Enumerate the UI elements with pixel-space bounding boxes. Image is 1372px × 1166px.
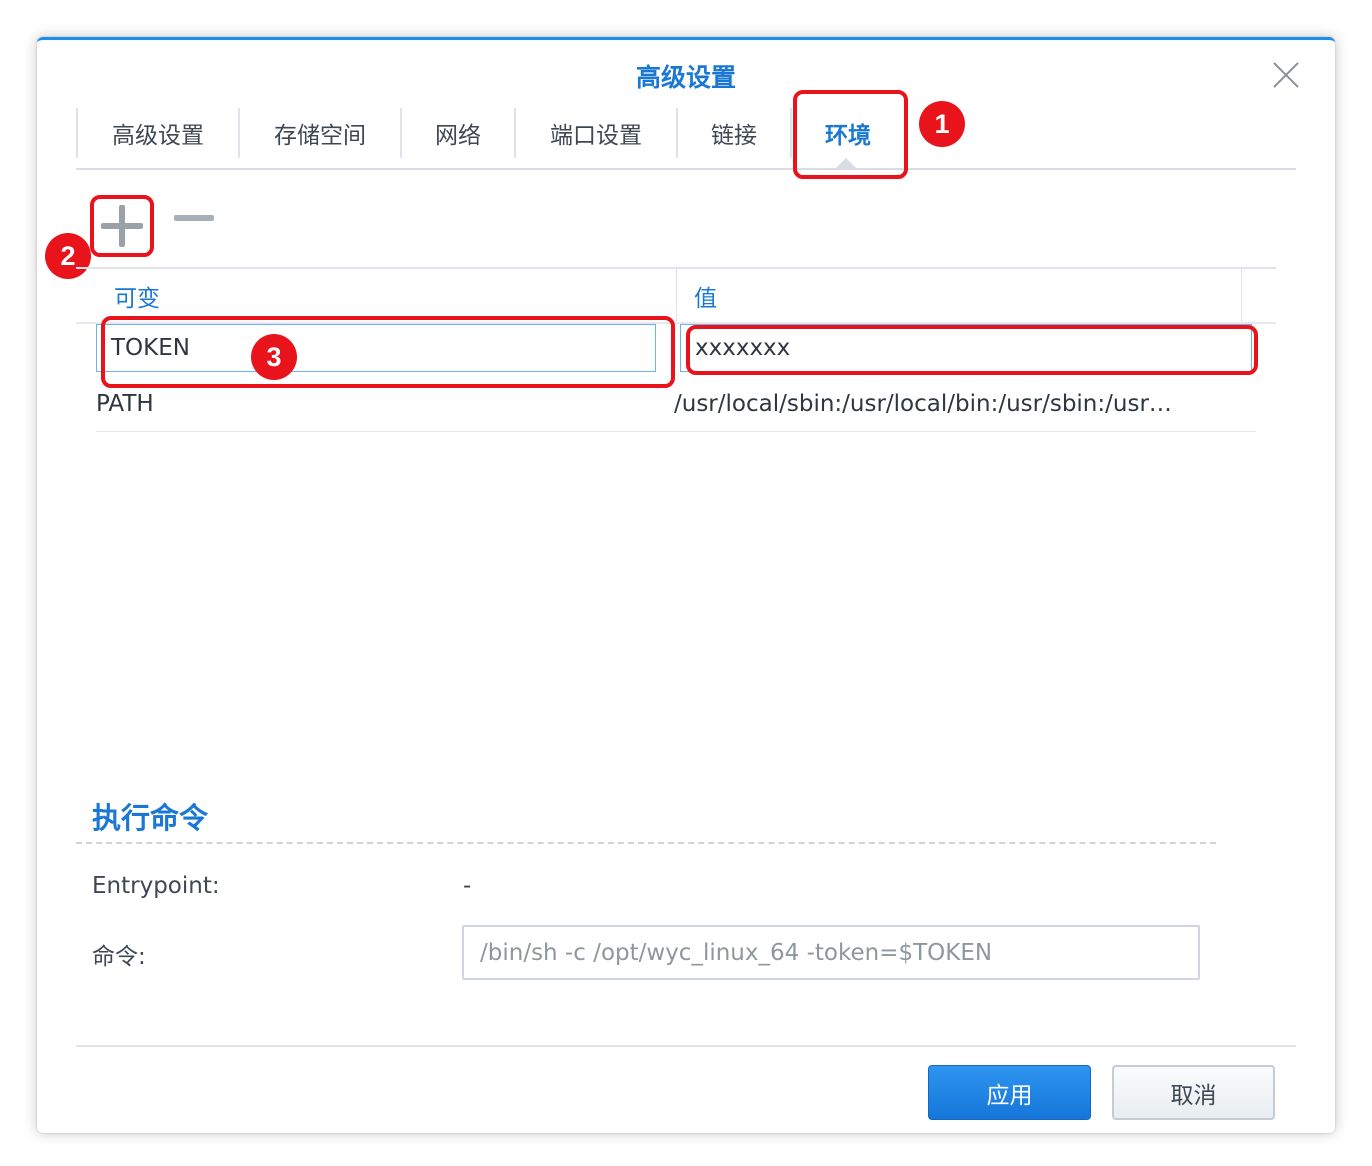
column-divider xyxy=(1241,269,1242,322)
minus-icon[interactable] xyxy=(174,215,214,221)
command-label: 命令: xyxy=(92,944,146,970)
entrypoint-value: - xyxy=(463,873,472,899)
tab-bar: 高级设置 存储空间 网络 端口设置 链接 环境 xyxy=(76,108,1296,170)
dialog-title: 高级设置 xyxy=(635,63,736,92)
tab-network[interactable]: 网络 xyxy=(402,108,514,158)
annotation-badge-3: 3 xyxy=(251,334,297,380)
annotation-badge-1: 1 xyxy=(919,101,965,147)
entrypoint-label: Entrypoint: xyxy=(92,873,220,899)
value-cell: /usr/local/sbin:/usr/local/bin:/usr/sbin… xyxy=(674,391,1172,417)
annotation-box-3b xyxy=(686,325,1258,375)
apply-button[interactable]: 应用 xyxy=(928,1065,1091,1120)
command-field[interactable]: /bin/sh -c /opt/wyc_linux_64 -token=$TOK… xyxy=(462,925,1200,980)
column-header-variable[interactable]: 可变 xyxy=(114,269,160,322)
tab-port-settings[interactable]: 端口设置 xyxy=(516,108,676,158)
annotation-box-3a xyxy=(101,316,675,388)
annotation-box-2 xyxy=(90,195,154,257)
column-header-value[interactable]: 值 xyxy=(694,269,717,322)
tab-links[interactable]: 链接 xyxy=(678,108,790,158)
tab-advanced[interactable]: 高级设置 xyxy=(78,108,238,158)
cancel-button[interactable]: 取消 xyxy=(1112,1065,1275,1120)
section-divider xyxy=(76,842,1216,844)
footer-divider xyxy=(76,1045,1296,1047)
annotation-box-1 xyxy=(793,90,908,179)
tab-storage[interactable]: 存储空间 xyxy=(240,108,400,158)
section-title: 执行命令 xyxy=(92,801,209,835)
column-divider xyxy=(676,269,677,322)
advanced-settings-dialog: 高级设置 高级设置 存储空间 网络 端口设置 链接 环境 1 2 可变 值 TO… xyxy=(37,37,1335,1133)
close-icon[interactable] xyxy=(1271,60,1301,90)
